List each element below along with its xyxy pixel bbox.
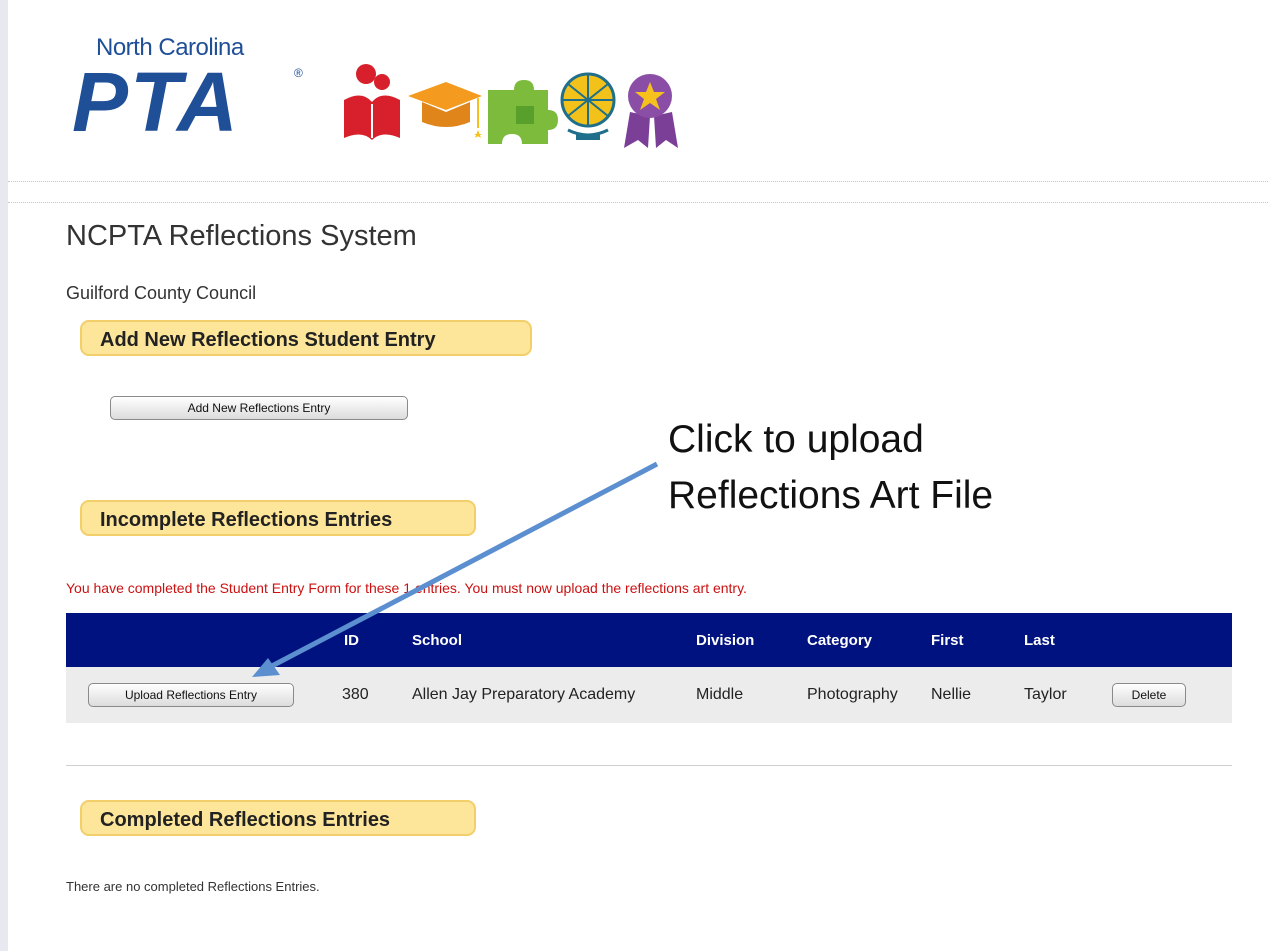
column-header-category: Category — [807, 632, 873, 649]
column-header-school: School — [412, 632, 463, 649]
header-divider — [8, 202, 1268, 203]
add-entry-heading: Add New Reflections Student Entry — [80, 320, 532, 356]
award-ribbon-icon — [624, 74, 678, 148]
cell-last: Taylor — [1024, 686, 1067, 703]
table-row: Upload Reflections Entry 380 Allen Jay P… — [66, 667, 1232, 723]
council-name: Guilford County Council — [66, 283, 257, 303]
reader-icon — [344, 64, 400, 140]
incomplete-entries-heading: Incomplete Reflections Entries — [80, 500, 476, 536]
header-divider — [8, 181, 1268, 182]
completed-entries-heading: Completed Reflections Entries — [80, 800, 476, 836]
page: North Carolina PTA ® NCPTA Reflections S… — [8, 0, 1268, 951]
puzzle-icon — [488, 80, 558, 144]
annotation-line-1: Click to upload — [668, 418, 924, 461]
no-completed-message: There are no completed Reflections Entri… — [66, 879, 320, 894]
upload-entry-button[interactable]: Upload Reflections Entry — [88, 683, 294, 707]
incomplete-table-header: ID School Division Category First Last — [66, 613, 1232, 667]
cell-school: Allen Jay Preparatory Academy — [412, 686, 636, 703]
globe-icon — [560, 72, 616, 140]
pta-logo: PTA — [72, 55, 240, 149]
add-new-entry-button[interactable]: Add New Reflections Entry — [110, 396, 408, 420]
logo-icons — [344, 64, 678, 148]
site-header: North Carolina PTA ® — [8, 0, 1268, 180]
column-header-id: ID — [344, 632, 359, 649]
column-header-last: Last — [1024, 632, 1055, 649]
annotation-line-2: Reflections Art File — [668, 474, 994, 517]
annotation-callout: Click to upload Reflections Art File — [668, 412, 993, 524]
registered-mark: ® — [294, 66, 303, 80]
section-divider — [66, 765, 1232, 766]
delete-entry-button[interactable]: Delete — [1112, 683, 1186, 707]
cell-category: Photography — [807, 686, 898, 703]
column-header-division: Division — [696, 632, 755, 649]
cell-id: 380 — [342, 686, 369, 703]
graduation-cap-icon — [408, 82, 482, 138]
column-header-first: First — [931, 632, 964, 649]
cell-division: Middle — [696, 686, 744, 703]
cell-first: Nellie — [931, 686, 972, 703]
incomplete-notice: You have completed the Student Entry For… — [66, 580, 747, 596]
page-title: NCPTA Reflections System — [66, 220, 417, 252]
